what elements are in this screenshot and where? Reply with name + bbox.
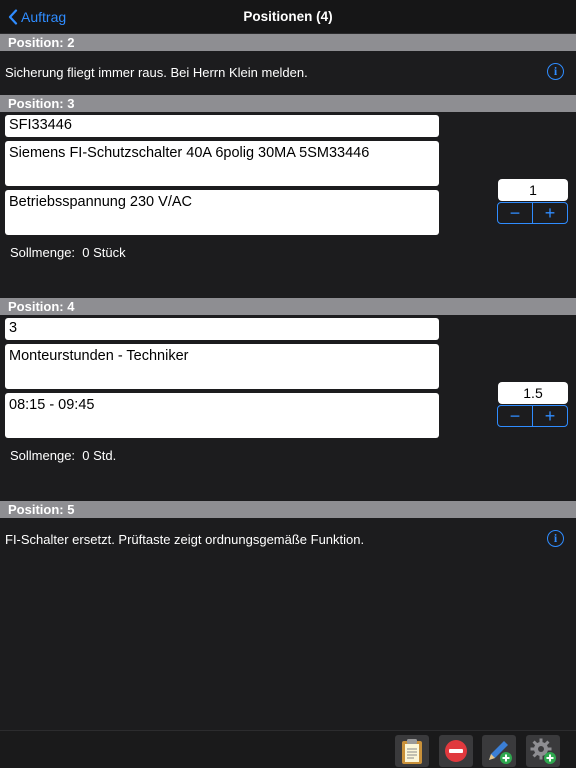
description-field[interactable]: Monteurstunden - Techniker [5,344,439,389]
section-header-position-3: Position: 3 [0,95,576,112]
settings-add-button[interactable] [526,735,560,767]
note-text: Sicherung fliegt immer raus. Bei Herrn K… [5,65,308,80]
clipboard-button[interactable] [395,735,429,767]
increment-button[interactable]: + [533,406,567,426]
remove-icon [445,740,467,762]
sollmenge-value: 0 Stück [82,245,126,260]
article-number-field[interactable]: SFI33446 [5,115,439,137]
sollmenge-row: Sollmenge: 0 Std. [10,448,116,463]
quantity-field[interactable]: 1.5 [498,382,568,404]
decrement-button[interactable]: − [498,203,533,223]
detail-field[interactable]: 08:15 - 09:45 [5,393,439,438]
description-field[interactable]: Siemens FI-Schutzschalter 40A 6polig 30M… [5,141,439,186]
detail-field[interactable]: Betriebsspannung 230 V/AC [5,190,439,235]
navigation-bar: Auftrag Positionen (4) [0,0,576,34]
sollmenge-value: 0 Std. [82,448,117,463]
sollmenge-row: Sollmenge: 0 Stück [10,245,126,260]
remove-button[interactable] [439,735,473,767]
increment-button[interactable]: + [533,203,567,223]
settings-add-icon [530,738,556,764]
article-number-field[interactable]: 3 [5,318,439,340]
edit-add-button[interactable] [482,735,516,767]
sollmenge-label: Sollmenge: [10,245,76,260]
section-header-position-5: Position: 5 [0,501,576,518]
info-icon[interactable]: i [547,530,564,547]
quantity-stepper: − + [497,202,568,224]
sollmenge-label: Sollmenge: [10,448,76,463]
edit-add-icon [489,741,512,764]
note-row-position-5[interactable]: FI-Schalter ersetzt. Prüftaste zeigt ord… [0,519,576,559]
note-row-position-2[interactable]: Sicherung fliegt immer raus. Bei Herrn K… [0,52,576,92]
section-header-position-2: Position: 2 [0,34,576,51]
bottom-toolbar [0,730,576,768]
clipboard-icon [402,739,422,764]
page-title: Positionen (4) [243,9,333,24]
quantity-stepper: − + [497,405,568,427]
note-text: FI-Schalter ersetzt. Prüftaste zeigt ord… [5,532,365,547]
info-icon[interactable]: i [547,63,564,80]
quantity-field[interactable]: 1 [498,179,568,201]
decrement-button[interactable]: − [498,406,533,426]
section-header-position-4: Position: 4 [0,298,576,315]
